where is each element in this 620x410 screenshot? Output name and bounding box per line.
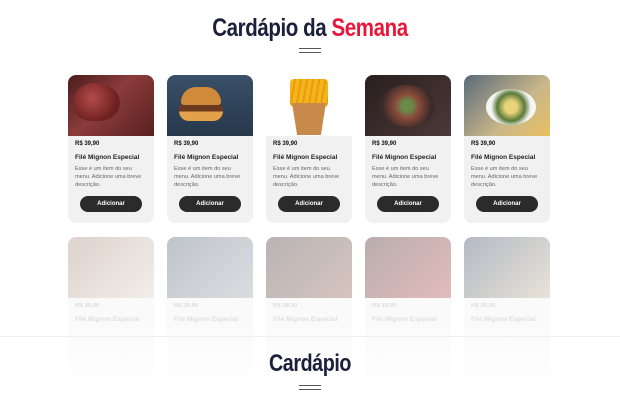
food-image <box>266 237 352 298</box>
steak-image <box>68 75 154 136</box>
item-name: Filé Mignon Especial <box>174 154 239 161</box>
menu-item-card: R$ 39,90 Filé Mignon Especial Esse é um … <box>167 75 253 223</box>
item-price: R$ 39,90 <box>372 303 397 309</box>
item-name: Filé Mignon Especial <box>273 316 338 323</box>
item-name: Filé Mignon Especial <box>372 316 437 323</box>
title-divider <box>299 385 321 390</box>
add-button[interactable]: Adicionar <box>377 196 439 212</box>
week-title-text: Cardápio da <box>212 14 327 42</box>
item-name: Filé Mignon Especial <box>372 154 437 161</box>
food-image <box>167 237 253 298</box>
item-name: Filé Mignon Especial <box>75 154 140 161</box>
menu-section-title: Cardápio <box>268 350 351 377</box>
menu-item-card: R$ 39,90 Filé Mignon Especial Esse é um … <box>266 75 352 223</box>
add-button[interactable]: Adicionar <box>476 196 538 212</box>
item-price: R$ 39,90 <box>174 141 199 147</box>
item-name: Filé Mignon Especial <box>273 154 338 161</box>
week-title-accent: Semana <box>331 14 409 42</box>
fries-image <box>266 75 352 136</box>
item-price: R$ 39,90 <box>174 303 199 309</box>
item-name: Filé Mignon Especial <box>174 316 239 323</box>
item-price: R$ 39,90 <box>75 141 100 147</box>
item-price: R$ 39,90 <box>471 303 496 309</box>
food-image <box>68 237 154 298</box>
week-section-title: Cardápio da Semana <box>56 14 564 43</box>
item-name: Filé Mignon Especial <box>75 316 140 323</box>
menu-item-card: R$ 39,90 Filé Mignon Especial Esse é um … <box>68 75 154 223</box>
add-button[interactable]: Adicionar <box>80 196 142 212</box>
item-price: R$ 39,90 <box>372 141 397 147</box>
item-description: Esse é um item do seu menu. Adicione uma… <box>372 166 439 188</box>
food-image <box>365 237 451 298</box>
title-divider <box>299 48 321 53</box>
burger-image <box>167 75 253 136</box>
steak-plate-image <box>365 75 451 136</box>
item-name: Filé Mignon Especial <box>471 316 536 323</box>
item-description: Esse é um item do seu menu. Adicione uma… <box>174 166 241 188</box>
item-price: R$ 39,90 <box>273 141 298 147</box>
dish-plate-image <box>464 75 550 136</box>
section-separator <box>0 336 620 337</box>
food-image <box>464 237 550 298</box>
featured-items-row: R$ 39,90 Filé Mignon Especial Esse é um … <box>68 75 550 223</box>
menu-item-card: R$ 39,90 Filé Mignon Especial Esse é um … <box>464 75 550 223</box>
item-description: Esse é um item do seu menu. Adicione uma… <box>75 166 142 188</box>
item-description: Esse é um item do seu menu. Adicione uma… <box>471 166 538 188</box>
item-name: Filé Mignon Especial <box>471 154 536 161</box>
item-price: R$ 39,90 <box>75 303 100 309</box>
item-price: R$ 39,90 <box>273 303 298 309</box>
add-button[interactable]: Adicionar <box>179 196 241 212</box>
item-price: R$ 39,90 <box>471 141 496 147</box>
item-description: Esse é um item do seu menu. Adicione uma… <box>273 166 340 188</box>
menu-item-card: R$ 39,90 Filé Mignon Especial Esse é um … <box>365 75 451 223</box>
add-button[interactable]: Adicionar <box>278 196 340 212</box>
